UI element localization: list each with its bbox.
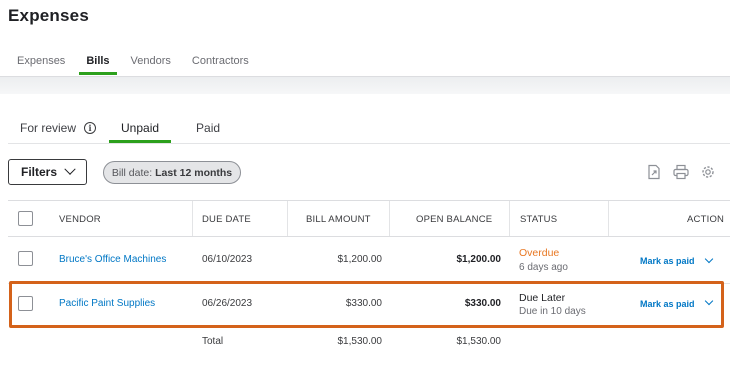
bill-amount: $1,200.00	[337, 254, 383, 265]
export-icon[interactable]	[645, 164, 663, 180]
header-due-date[interactable]: DUE DATE	[202, 214, 251, 225]
header-vendor[interactable]: VENDOR	[59, 214, 101, 225]
header-open-balance[interactable]: OPEN BALANCE	[416, 214, 492, 225]
tab-expenses[interactable]: Expenses	[17, 55, 65, 77]
chip-prefix: Bill date:	[111, 166, 153, 179]
bill-amount: $330.00	[345, 298, 382, 309]
row-checkbox[interactable]	[18, 251, 33, 266]
bill-status-tabs: For review i Unpaid Paid	[20, 121, 220, 143]
mark-as-paid-link[interactable]: Mark as paid	[640, 256, 695, 266]
due-date: 06/26/2023	[202, 298, 253, 309]
filters-button[interactable]: Filters	[8, 159, 87, 185]
total-row: Total $1,530.00 $1,530.00	[8, 328, 730, 358]
table-row: Pacific Paint Supplies 06/26/2023 $330.0…	[8, 284, 730, 328]
tab-paid[interactable]: Paid	[196, 121, 220, 135]
print-icon[interactable]	[672, 164, 690, 180]
mark-as-paid-link[interactable]: Mark as paid	[640, 299, 695, 309]
chevron-down-icon	[64, 163, 76, 175]
table-toolbar	[645, 164, 726, 180]
info-icon[interactable]: i	[84, 122, 97, 134]
due-date: 06/10/2023	[202, 254, 253, 265]
section-divider-band	[0, 76, 730, 94]
header-action: ACTION	[687, 214, 725, 225]
tab-for-review[interactable]: For review i	[20, 121, 97, 135]
tab-bills[interactable]: Bills	[79, 55, 117, 77]
status-detail: 6 days ago	[519, 262, 568, 273]
bill-date-filter-chip[interactable]: Bill date: Last 12 months	[103, 161, 241, 184]
status-detail: Due in 10 days	[519, 306, 586, 317]
total-open-balance: $1,530.00	[456, 336, 502, 347]
open-balance: $1,200.00	[456, 254, 502, 265]
page-title: Expenses	[8, 6, 89, 25]
tab-unpaid[interactable]: Unpaid	[109, 121, 172, 143]
header-status[interactable]: STATUS	[520, 214, 557, 225]
status-badge: Overdue	[519, 247, 560, 259]
tab-contractors[interactable]: Contractors	[192, 55, 249, 77]
top-tab-bar: Expenses Bills Vendors Contractors	[17, 55, 270, 77]
chevron-down-icon[interactable]	[704, 296, 714, 306]
vendor-link[interactable]: Bruce's Office Machines	[59, 254, 166, 265]
tab-for-review-label: For review	[20, 121, 77, 135]
table-header-row: VENDOR DUE DATE BILL AMOUNT OPEN BALANCE…	[8, 200, 730, 237]
table-row: Bruce's Office Machines 06/10/2023 $1,20…	[8, 237, 730, 284]
tab-vendors[interactable]: Vendors	[131, 55, 171, 77]
total-bill-amount: $1,530.00	[337, 336, 383, 347]
tabs-divider	[8, 143, 730, 144]
total-label: Total	[202, 336, 224, 347]
column-divider	[287, 201, 288, 236]
vendor-link[interactable]: Pacific Paint Supplies	[59, 298, 155, 309]
status-badge: Due Later	[519, 292, 566, 304]
column-divider	[389, 201, 390, 236]
chip-value: Last 12 months	[155, 166, 233, 179]
settings-gear-icon[interactable]	[699, 164, 717, 180]
column-divider	[192, 201, 193, 236]
column-divider	[608, 201, 609, 236]
filters-button-label: Filters	[21, 165, 58, 179]
row-checkbox[interactable]	[18, 296, 33, 311]
select-all-checkbox[interactable]	[18, 211, 33, 226]
open-balance: $330.00	[464, 298, 501, 309]
header-bill-amount[interactable]: BILL AMOUNT	[306, 214, 371, 225]
column-divider	[509, 201, 510, 236]
chevron-down-icon[interactable]	[704, 254, 714, 264]
